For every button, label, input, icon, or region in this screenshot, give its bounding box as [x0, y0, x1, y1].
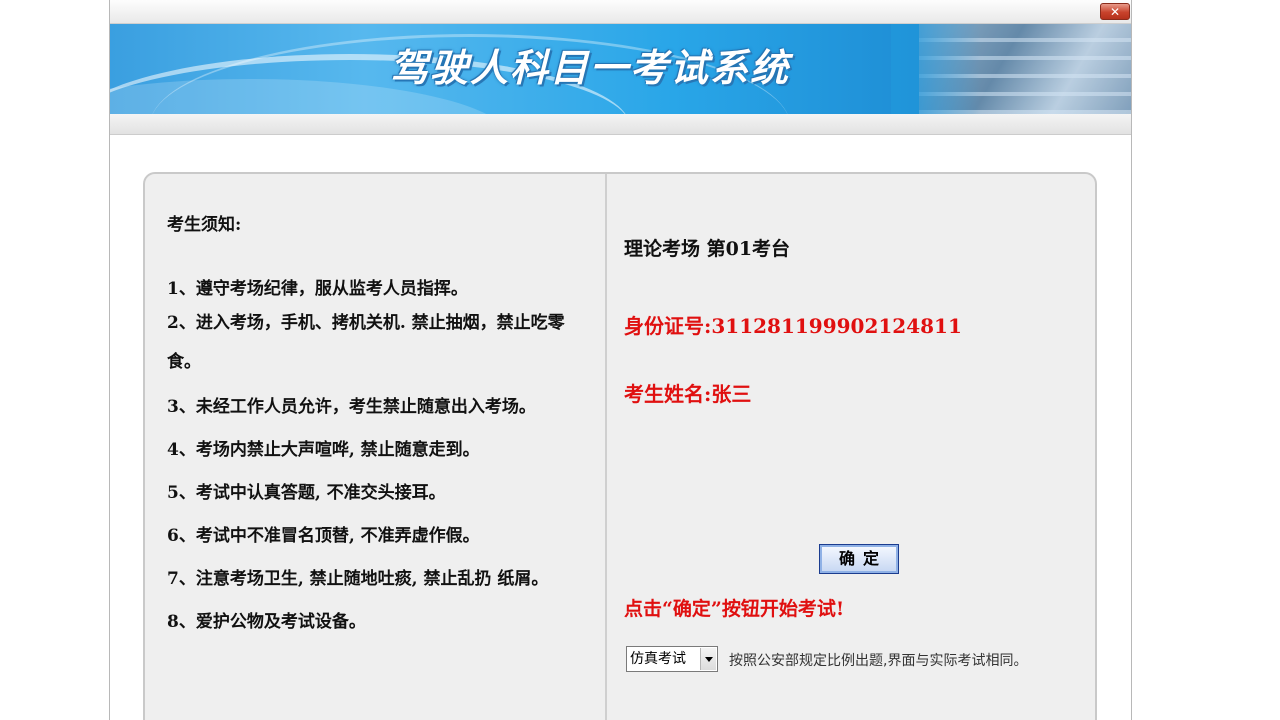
exam-mode-description: 按照公安部规定比例出题,界面与实际考试相同。: [729, 653, 1028, 669]
id-number-line: 身份证号:311281199902124811: [624, 310, 962, 339]
id-number-value: 311281199902124811: [711, 314, 962, 338]
chevron-down-icon: [705, 657, 713, 662]
exam-mode-select[interactable]: 仿真考试: [626, 646, 718, 672]
title-bar: ✕: [110, 0, 1131, 24]
candidate-name-line: 考生姓名:张三: [624, 378, 751, 407]
close-icon: ✕: [1109, 5, 1121, 19]
exam-venue: 理论考场 第01考台: [624, 238, 791, 260]
start-hint: 点击“确定”按钮开始考试!: [624, 598, 845, 620]
notice-rule-5: 5、考试中认真答题, 不准交头接耳。: [167, 483, 446, 503]
panel-divider: [605, 174, 607, 720]
main-panel: 考生须知: 1、遵守考场纪律，服从监考人员指挥。 2、进入考场，手机、拷机关机.…: [143, 172, 1097, 720]
dropdown-button[interactable]: [700, 648, 716, 670]
notice-title: 考生须知:: [167, 215, 242, 235]
close-button[interactable]: ✕: [1100, 3, 1130, 20]
notice-rule-6: 6、考试中不准冒名顶替, 不准弄虚作假。: [167, 526, 480, 546]
candidate-name-value: 张三: [711, 382, 752, 406]
header-strip: [110, 114, 1131, 135]
notice-rule-7: 7、注意考场卫生, 禁止随地吐痰, 禁止乱扔 纸屑。: [167, 569, 549, 589]
app-title: 驾驶人科目一考试系统: [389, 45, 790, 90]
candidate-name-label: 考生姓名:: [624, 382, 712, 406]
confirm-button[interactable]: 确定: [819, 544, 899, 574]
notice-rule-1: 1、遵守考场纪律，服从监考人员指挥。: [167, 279, 468, 299]
id-number-label: 身份证号:: [624, 314, 712, 338]
notice-rule-3: 3、未经工作人员允许，考生禁止随意出入考场。: [167, 397, 536, 417]
header-banner: 驾驶人科目一考试系统: [110, 24, 1131, 114]
exam-mode-value: 仿真考试: [630, 651, 686, 667]
exam-window: ✕ 驾驶人科目一考试系统 考生须知: 1、遵守考场纪律，服从监考人员指挥。 2、…: [109, 0, 1132, 720]
notice-rule-8: 8、爱护公物及考试设备。: [167, 612, 366, 632]
banner-photo-fade: [891, 24, 981, 114]
notice-rule-2: 2、进入考场，手机、拷机关机. 禁止抽烟，禁止吃零食。: [167, 313, 565, 372]
notice-rule-4: 4、考场内禁止大声喧哗, 禁止随意走到。: [167, 440, 480, 460]
